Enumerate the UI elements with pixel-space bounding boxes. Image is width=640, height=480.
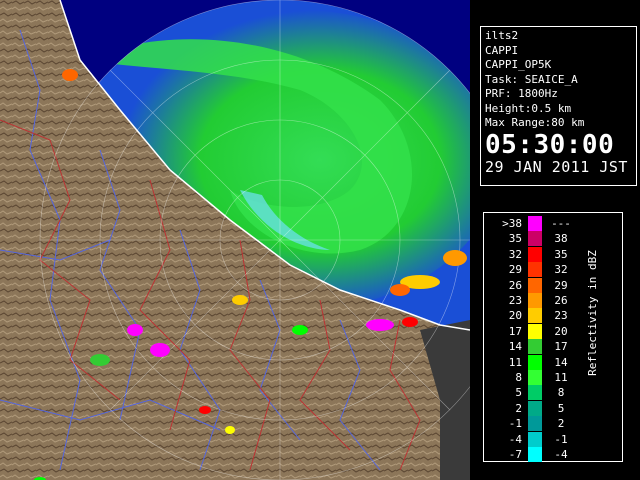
legend-low-value: 2 xyxy=(515,401,522,415)
legend-low-value: -4 xyxy=(508,432,522,446)
legend-high-value: 26 xyxy=(554,294,568,307)
legend-color-swatch xyxy=(528,216,542,231)
legend-low-value: 5 xyxy=(515,386,522,400)
legend-row: 11 14 xyxy=(484,354,584,371)
legend-row: 26 29 xyxy=(484,277,584,294)
height-label: Height:0.5 km xyxy=(485,101,572,115)
legend-low-value: 8 xyxy=(515,371,522,384)
legend-low-value: 14 xyxy=(508,340,522,354)
legend-color-swatch xyxy=(528,400,542,416)
legend-high-value: 14 xyxy=(554,355,568,369)
legend-low-value: 29 xyxy=(508,263,522,277)
legend-high-value: 35 xyxy=(554,247,568,261)
max-range-label: Max Range:80 km xyxy=(485,116,585,129)
legend-high-value: 17 xyxy=(554,340,568,354)
task-label: Task: SEAICE_A xyxy=(485,72,578,86)
legend-row: 17 20 xyxy=(484,323,584,340)
legend-title: Reflectivity in dBZ xyxy=(586,250,599,376)
legend-low-value: 26 xyxy=(508,278,522,292)
product-id: CAPPI_OP5K xyxy=(485,58,552,71)
legend-high-value: 5 xyxy=(557,401,565,415)
radar-display xyxy=(0,0,470,480)
legend-color-swatch xyxy=(528,231,542,247)
legend-row: 23 26 xyxy=(484,293,584,309)
legend-high-value: 23 xyxy=(554,309,568,323)
legend-high-value: 32 xyxy=(554,263,568,277)
legend-low-value: 17 xyxy=(508,324,522,338)
legend-color-swatch xyxy=(528,277,542,293)
legend-low-value: -1 xyxy=(508,417,522,431)
legend-row: 58 xyxy=(484,385,584,401)
legend-low-value: -7 xyxy=(508,448,522,461)
legend-row: >38 --- xyxy=(484,216,584,232)
reflectivity-legend: >38 --- 35 38 32 35 29 32 26 29 23 26 20 23 17 20 14 17 11… xyxy=(483,212,623,462)
legend-low-value: 32 xyxy=(508,247,522,261)
legend-color-swatch xyxy=(528,431,542,447)
legend-color-swatch xyxy=(528,354,542,370)
legend-row: 8 11 xyxy=(484,370,584,386)
legend-color-swatch xyxy=(528,262,542,278)
legend-high-value: 11 xyxy=(554,371,568,384)
legend-row: 35 38 xyxy=(484,231,584,247)
legend-high-value: 8 xyxy=(557,386,565,400)
legend-row: 14 17 xyxy=(484,339,584,355)
legend-high-value: 38 xyxy=(554,232,568,246)
legend-high-value: -1 xyxy=(554,432,568,446)
legend-color-swatch xyxy=(528,308,542,324)
legend-high-value: -4 xyxy=(554,448,568,461)
legend-row: -1 2 xyxy=(484,416,584,432)
legend-color-swatch xyxy=(528,339,542,355)
legend-color-swatch xyxy=(528,246,542,262)
observation-time: 05:30:00 xyxy=(485,129,615,160)
legend-high-value: 29 xyxy=(554,278,568,292)
legend-color-swatch xyxy=(528,447,542,462)
station-name: ilts2 xyxy=(485,29,519,42)
legend-row: 29 32 xyxy=(484,262,584,278)
legend-color-swatch xyxy=(528,293,542,308)
observation-date: 29 JAN 2011 JST xyxy=(485,157,628,176)
legend-low-value: >38 xyxy=(502,217,522,230)
legend-color-swatch xyxy=(528,385,542,401)
legend-high-value: 2 xyxy=(557,417,565,431)
product-info-panel: ilts2 CAPPI CAPPI_OP5K Task: SEAICE_A PR… xyxy=(480,26,637,186)
legend-row: 20 23 xyxy=(484,308,584,324)
legend-low-value: 20 xyxy=(508,309,522,323)
legend-row: -7 -4 xyxy=(484,447,584,463)
legend-color-swatch xyxy=(528,370,542,385)
legend-high-value: 20 xyxy=(554,324,568,338)
prf-label: PRF: 1800Hz xyxy=(485,87,558,100)
legend-row: -4 -1 xyxy=(484,431,584,448)
legend-row: 32 35 xyxy=(484,246,584,263)
legend-row: 25 xyxy=(484,400,584,417)
legend-low-value: 23 xyxy=(508,294,522,307)
legend-low-value: 11 xyxy=(508,355,522,369)
legend-color-swatch xyxy=(528,323,542,339)
legend-high-value: --- xyxy=(551,217,571,230)
legend-color-swatch xyxy=(528,416,542,432)
product-name: CAPPI xyxy=(485,43,519,57)
legend-low-value: 35 xyxy=(508,232,522,246)
